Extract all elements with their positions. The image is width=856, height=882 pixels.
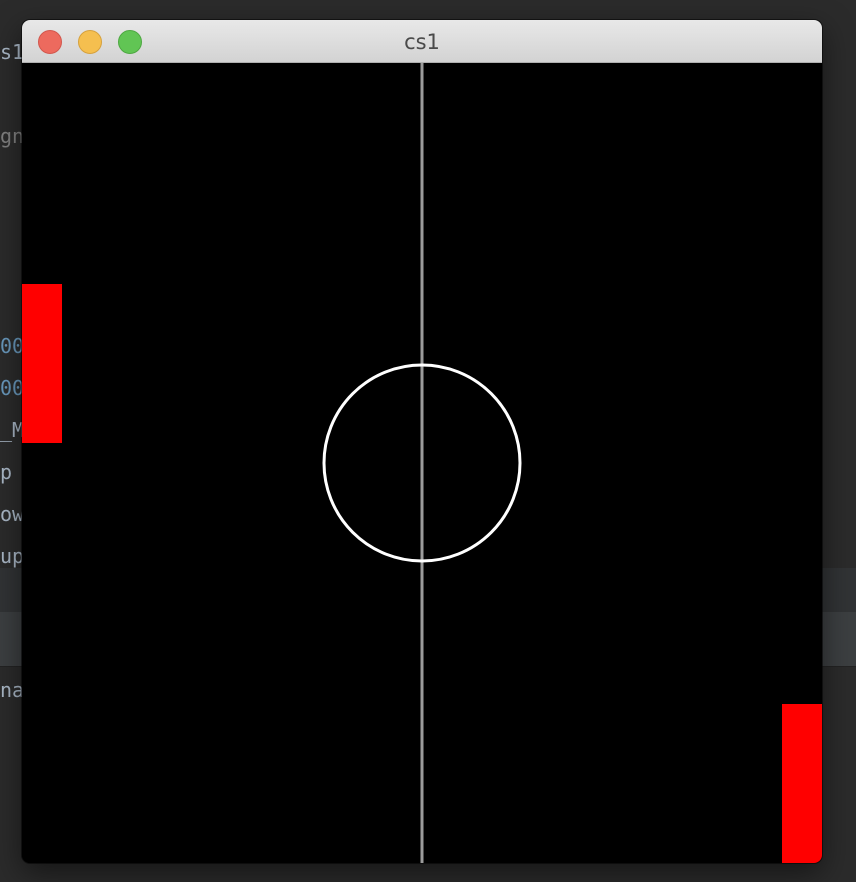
- editor-line: gn: [0, 124, 25, 148]
- editor-line: up: [0, 544, 25, 568]
- editor-line: na: [0, 678, 25, 702]
- editor-line: 00: [0, 334, 25, 358]
- minimize-button[interactable]: [78, 30, 102, 54]
- editor-line: 00: [0, 376, 25, 400]
- editor-line: _M: [0, 418, 25, 442]
- game-window: cs1: [22, 20, 822, 863]
- editor-line: p: [0, 460, 13, 484]
- window-title: cs1: [404, 30, 440, 54]
- editor-line: s1: [0, 40, 25, 64]
- zoom-button[interactable]: [118, 30, 142, 54]
- editor-line: ow: [0, 502, 25, 526]
- close-button[interactable]: [38, 30, 62, 54]
- pong-field: [22, 63, 822, 863]
- window-titlebar[interactable]: cs1: [22, 20, 822, 63]
- left-paddle: [22, 284, 62, 443]
- right-paddle: [782, 704, 822, 863]
- game-canvas[interactable]: [22, 63, 822, 863]
